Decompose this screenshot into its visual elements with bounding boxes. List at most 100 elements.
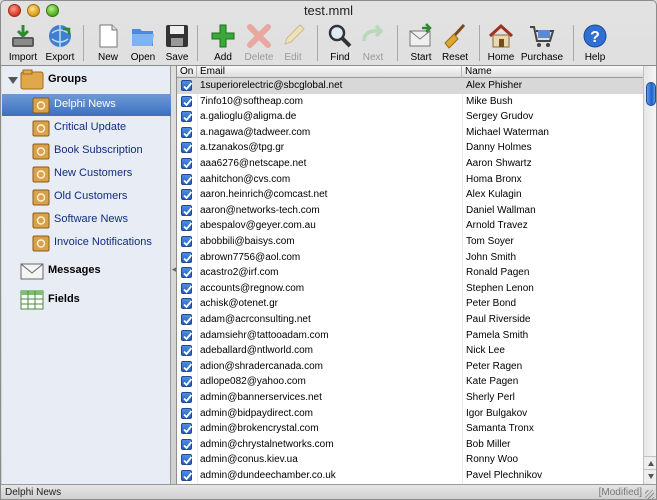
table-row[interactable]: a.nagawa@tadweer.com Michael Waterman [177, 125, 643, 141]
sidebar-item-fields[interactable]: Fields [2, 288, 171, 312]
resize-grip-icon[interactable] [645, 490, 654, 499]
table-grid-icon [20, 290, 44, 310]
sidebar-item-group[interactable]: Critical Update [2, 117, 171, 139]
table-row[interactable]: a.tzanakos@tpg.gr Danny Holmes [177, 140, 643, 156]
sidebar-item-group[interactable]: New Customers [2, 163, 171, 185]
close-window-button[interactable] [8, 4, 21, 17]
table-row[interactable]: admin@dundeechamber.co.uk Pavel Plechniko… [177, 468, 643, 484]
open-button[interactable]: Open [128, 21, 158, 65]
enabled-checkbox[interactable] [181, 220, 193, 232]
enabled-checkbox[interactable] [181, 345, 193, 357]
enabled-checkbox[interactable] [181, 360, 193, 372]
enabled-checkbox[interactable] [181, 251, 193, 263]
enabled-checkbox[interactable] [181, 236, 193, 247]
table-row[interactable]: adeballard@ntlworld.com Nick Lee [177, 343, 643, 359]
delete-button[interactable]: Delete [241, 21, 277, 65]
scrollbar-thumb[interactable] [646, 82, 656, 106]
sidebar-groups-header[interactable]: Groups [2, 68, 171, 92]
enabled-checkbox[interactable] [181, 189, 193, 201]
enabled-checkbox[interactable] [181, 298, 193, 310]
table-row[interactable]: abespalov@geyer.com.au Arnold Travez [177, 218, 643, 234]
enabled-checkbox[interactable] [181, 95, 193, 107]
enabled-checkbox[interactable] [181, 392, 193, 403]
enabled-checkbox[interactable] [181, 376, 193, 388]
table-row[interactable]: aaron@networks-tech.com Daniel Wallman [177, 203, 643, 219]
enabled-checkbox[interactable] [181, 158, 193, 169]
scroll-up-button[interactable] [644, 456, 656, 469]
column-header-name[interactable]: Name [462, 66, 643, 78]
export-button[interactable]: Export [43, 21, 77, 65]
add-button[interactable]: Add [209, 21, 237, 65]
enabled-checkbox[interactable] [181, 282, 193, 294]
enabled-checkbox[interactable] [181, 470, 193, 481]
reset-button[interactable]: Reset [441, 21, 469, 65]
sidebar-item-group[interactable]: Software News [2, 209, 171, 231]
table-row[interactable]: admin@chrystalnetworks.com Bob Miller [177, 437, 643, 453]
enabled-checkbox[interactable] [181, 173, 193, 185]
table-row[interactable]: aaa6276@netscape.net Aaron Shwartz [177, 156, 643, 172]
next-button[interactable]: Next [359, 21, 387, 65]
table-row[interactable]: aaron.heinrich@comcast.net Alex Kulagin [177, 187, 643, 203]
table-row[interactable]: admin@brokencrystal.com Samanta Tronx [177, 421, 643, 437]
vertical-scrollbar[interactable] [643, 66, 656, 484]
new-button[interactable]: New [95, 21, 121, 65]
disclosure-triangle-icon[interactable] [8, 77, 18, 84]
purchase-button[interactable]: Purchase [520, 21, 564, 65]
table-row[interactable]: admin@conus.kiev.ua Ronny Woo [177, 452, 643, 468]
table-row[interactable]: admin@bannerservices.net Sherly Perl [177, 390, 643, 406]
enabled-checkbox[interactable] [181, 314, 193, 325]
zoom-window-button[interactable] [46, 4, 59, 17]
enabled-checkbox[interactable] [181, 454, 193, 466]
enabled-checkbox[interactable] [181, 111, 193, 123]
enabled-checkbox[interactable] [181, 267, 193, 279]
minimize-window-button[interactable] [27, 4, 40, 17]
sidebar-item-group[interactable]: Book Subscription [2, 140, 171, 162]
table-row[interactable]: adion@shradercanada.com Peter Ragen [177, 359, 643, 375]
save-button[interactable]: Save [163, 21, 191, 65]
table-row[interactable]: aahitchon@cvs.com Homa Bronx [177, 172, 643, 188]
sidebar-item-group[interactable]: Invoice Notifications [2, 232, 171, 254]
email-cell: adion@shradercanada.com [200, 360, 324, 372]
table-row[interactable]: achisk@otenet.gr Peter Bond [177, 296, 643, 312]
enabled-checkbox[interactable] [181, 126, 193, 138]
table-row[interactable]: 1superiorelectric@sbcglobal.net Alex Phis… [177, 78, 643, 94]
name-cell: Sherly Perl [466, 392, 515, 403]
table-row[interactable]: 7info10@softheap.com Mike Bush [177, 94, 643, 110]
delete-label: Delete [244, 52, 274, 63]
enabled-checkbox[interactable] [181, 80, 193, 91]
table-row[interactable]: abrown7756@aol.com John Smith [177, 250, 643, 266]
sidebar-item-group[interactable]: Delphi News [2, 94, 171, 116]
email-cell: 1superiorelectric@sbcglobal.net [200, 80, 343, 91]
table-row[interactable]: adamsiehr@tattooadam.com Pamela Smith [177, 328, 643, 344]
column-header-email[interactable]: Email [197, 66, 462, 78]
sidebar-item-messages[interactable]: Messages [2, 259, 171, 283]
scroll-down-button[interactable] [644, 469, 656, 482]
edit-button[interactable]: Edit [279, 21, 307, 65]
table-row[interactable]: admin@bidpaydirect.com Igor Bulgakov [177, 406, 643, 422]
enabled-checkbox[interactable] [181, 407, 193, 419]
enabled-checkbox[interactable] [181, 423, 193, 435]
sidebar-item-group[interactable]: Old Customers [2, 186, 171, 208]
column-header-on[interactable]: On [177, 66, 197, 78]
table-row[interactable]: a.galioglu@aligma.de Sergey Grudov [177, 109, 643, 125]
email-cell: 7info10@softheap.com [200, 95, 303, 107]
table-row[interactable]: adam@acrconsulting.net Paul Riverside [177, 312, 643, 328]
table-row[interactable]: abobbili@baisys.com Tom Soyer [177, 234, 643, 250]
status-group-name: Delphi News [5, 487, 62, 498]
help-button[interactable]: ? Help [581, 21, 609, 65]
import-button[interactable]: Import [7, 21, 39, 65]
group-folder-icon [32, 120, 50, 137]
home-button[interactable]: Home [486, 21, 516, 65]
name-cell: Michael Waterman [466, 126, 549, 138]
start-button[interactable]: Start [407, 21, 435, 65]
export-label: Export [45, 52, 75, 63]
find-button[interactable]: Find [327, 21, 353, 65]
email-cell: abrown7756@aol.com [200, 251, 301, 263]
enabled-checkbox[interactable] [181, 329, 193, 341]
table-row[interactable]: accounts@regnow.com Stephen Lenon [177, 281, 643, 297]
table-row[interactable]: adlope082@yahoo.com Kate Pagen [177, 374, 643, 390]
enabled-checkbox[interactable] [181, 142, 193, 154]
enabled-checkbox[interactable] [181, 204, 193, 216]
table-row[interactable]: acastro2@irf.com Ronald Pagen [177, 265, 643, 281]
enabled-checkbox[interactable] [181, 438, 193, 450]
